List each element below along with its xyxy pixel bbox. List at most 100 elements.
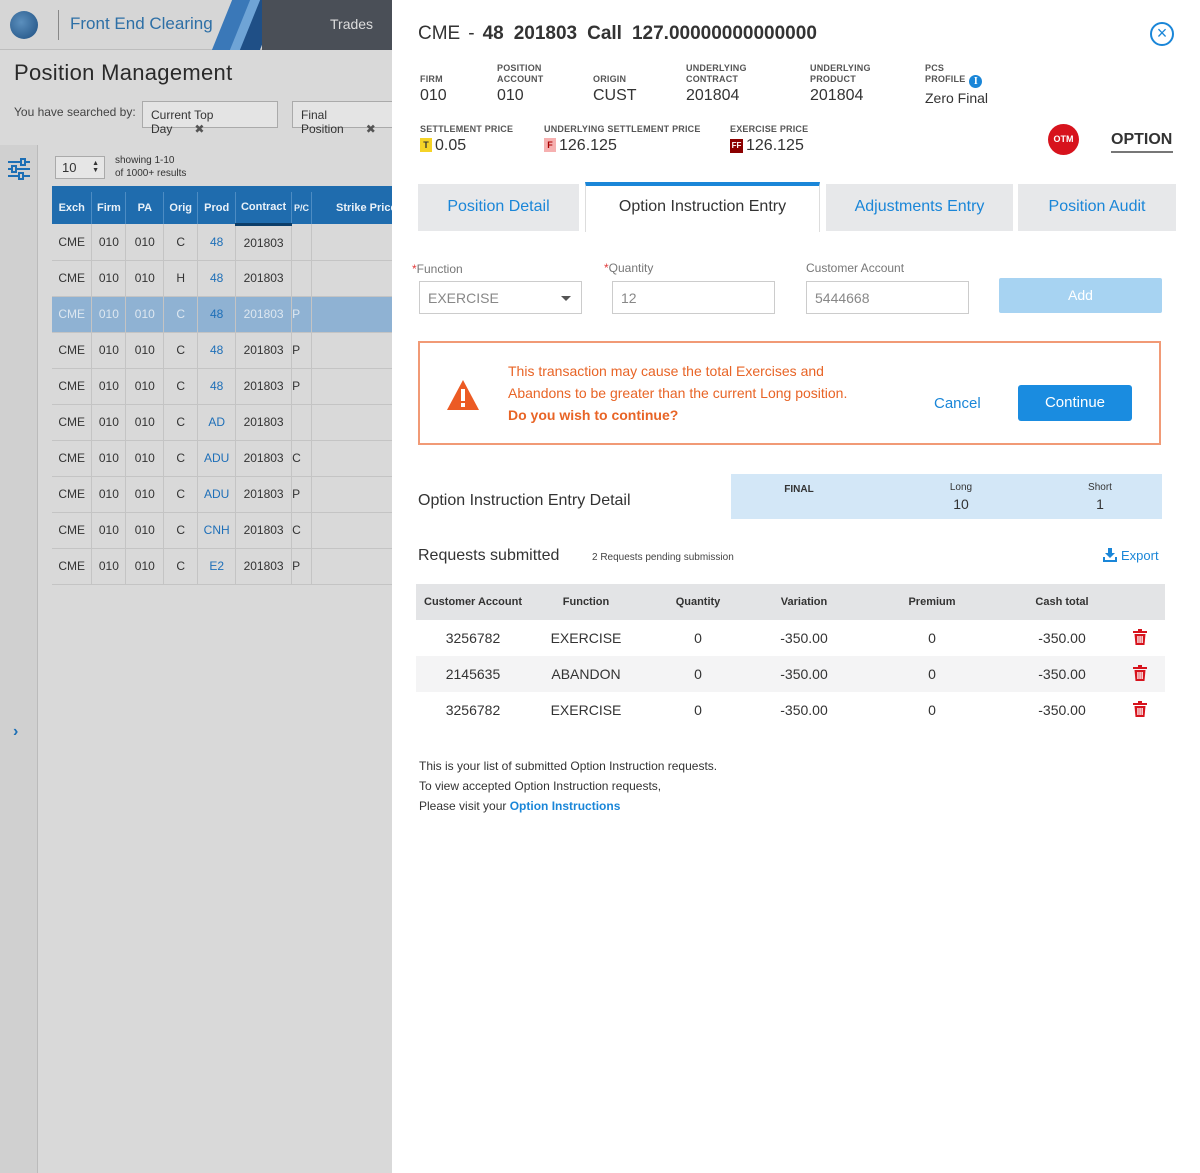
column-header[interactable]: PA xyxy=(125,192,165,224)
quantity-label-text: Quantity xyxy=(608,261,654,275)
trash-icon[interactable] xyxy=(1132,628,1147,645)
column-header[interactable]: P/C xyxy=(291,192,313,224)
table-cell[interactable]: 48 xyxy=(197,260,237,297)
table-cell[interactable]: CNH xyxy=(197,512,237,549)
download-icon xyxy=(1103,548,1117,562)
export-button[interactable]: Export xyxy=(1103,548,1159,563)
continue-button[interactable]: Continue xyxy=(1018,385,1132,421)
header-dash: - xyxy=(468,23,475,44)
table-cell: 010 xyxy=(125,512,165,549)
trash-icon[interactable] xyxy=(1132,664,1147,681)
request-cell: -350.00 xyxy=(1038,702,1086,718)
column-header: Customer Account xyxy=(416,584,530,620)
table-cell: H xyxy=(163,260,199,297)
chevron-right-icon[interactable]: › xyxy=(13,723,18,741)
cancel-button[interactable]: Cancel xyxy=(934,395,981,412)
request-cell: -350.00 xyxy=(780,702,828,718)
table-row[interactable]: CME010010CADU201803P0.7 xyxy=(52,476,392,513)
option-instructions-link[interactable]: Option Instructions xyxy=(510,799,621,813)
panel-tabs: Position Detail Option Instruction Entry… xyxy=(418,182,1176,232)
table-cell: P xyxy=(291,548,313,585)
table-cell[interactable]: AD xyxy=(197,404,237,441)
spinner-arrows-icon[interactable]: ▲ ▼ xyxy=(92,160,99,174)
field-value: 0.05 xyxy=(435,137,467,154)
nav-item-trades[interactable]: Trades xyxy=(330,16,373,32)
column-header[interactable]: Orig xyxy=(163,192,199,224)
customer-account-label: Customer Account xyxy=(806,261,905,275)
remove-icon[interactable]: ✖ xyxy=(194,122,204,136)
quantity-input[interactable]: 12 xyxy=(612,281,775,314)
function-select[interactable]: EXERCISE xyxy=(419,281,582,314)
request-cell: ABANDON xyxy=(530,656,642,692)
table-row[interactable]: CME 010 010 C 48 201803 xyxy=(52,224,392,261)
table-cell[interactable]: ADU xyxy=(197,476,237,513)
column-header[interactable]: Prod xyxy=(197,192,237,224)
column-header[interactable]: Firm xyxy=(91,192,127,224)
add-button[interactable]: Add xyxy=(999,278,1162,313)
table-row[interactable]: CME010010CADU201803C0 xyxy=(52,440,392,477)
column-header: Variation xyxy=(754,584,854,620)
request-cell: -350.00 xyxy=(780,630,828,646)
column-header[interactable]: Contract xyxy=(235,192,293,226)
table-row[interactable]: CME010010C48201803P12 xyxy=(52,368,392,405)
tab-position-detail[interactable]: Position Detail xyxy=(418,184,579,231)
table-cell: C xyxy=(163,548,199,585)
table-cell: 010 xyxy=(91,332,127,369)
table-row[interactable]: CME 010 010 C AD 201803 xyxy=(52,404,392,441)
table-cell: 010 xyxy=(125,368,165,405)
table-cell[interactable]: 48 xyxy=(197,332,237,369)
column-header[interactable]: Exch xyxy=(52,192,93,224)
column-header: Quantity xyxy=(642,584,754,620)
table-row[interactable]: CME010010CCNH201803C97. xyxy=(52,512,392,549)
table-cell: 0.7 xyxy=(311,476,392,513)
customer-account-input[interactable]: 5444668 xyxy=(806,281,969,314)
field-value: 010 xyxy=(420,87,447,104)
price-flag-badge: T xyxy=(420,138,432,152)
page-size-select[interactable]: 10 ▲ ▼ xyxy=(55,156,105,179)
info-icon[interactable]: i xyxy=(969,75,983,88)
table-row[interactable]: CME 010 010 C 48 201803 P xyxy=(52,332,392,369)
trash-icon[interactable] xyxy=(1132,700,1147,717)
header-put-call: Call xyxy=(587,23,622,44)
tab-position-audit[interactable]: Position Audit xyxy=(1018,184,1176,231)
table-cell[interactable]: 48 xyxy=(197,296,237,333)
tab-adjustments-entry[interactable]: Adjustments Entry xyxy=(826,184,1013,231)
alert-line: Abandons to be greater than the current … xyxy=(508,385,848,401)
requests-header-row: Customer Account Function Quantity Varia… xyxy=(416,584,1165,620)
header-strike: 127.00000000000000 xyxy=(631,23,817,44)
tab-option-instruction-entry[interactable]: Option Instruction Entry xyxy=(585,182,820,232)
short-label: Short xyxy=(1088,482,1112,493)
short-summary: Short 1 xyxy=(1070,482,1130,512)
close-icon[interactable]: × xyxy=(1150,22,1174,46)
price-flag-badge: F xyxy=(544,138,556,152)
filter-chip[interactable]: Current Top Day ✖ xyxy=(142,101,278,136)
request-cell: EXERCISE xyxy=(550,630,622,646)
price-flag-badge: FF xyxy=(730,139,743,153)
table-cell[interactable]: ADU xyxy=(197,440,237,477)
field-label: UNDERLYING SETTLEMENT PRICE xyxy=(544,124,701,134)
table-cell xyxy=(311,260,392,297)
panel-title: CME -48 201803 Call 127.00000000000000 xyxy=(418,23,827,45)
function-label: *Function xyxy=(412,262,463,276)
filter-chip[interactable]: Final Position ✖ xyxy=(292,101,392,136)
table-row[interactable]: CME 010 010 C 48 201803 P xyxy=(52,296,392,333)
table-cell[interactable]: 48 xyxy=(197,368,237,405)
searched-by-label: You have searched by: xyxy=(14,105,136,119)
filter-sliders-icon[interactable] xyxy=(7,157,31,181)
table-row[interactable]: CME 010 010 H 48 201803 xyxy=(52,260,392,297)
table-cell: CME xyxy=(52,332,93,369)
request-cell: -350.00 xyxy=(1010,656,1114,692)
table-cell: 201803 xyxy=(235,260,293,297)
filter-chip-label: Current Top Day xyxy=(151,108,214,136)
table-cell[interactable]: E2 xyxy=(197,548,237,585)
app-brand[interactable]: Front End Clearing xyxy=(70,14,213,34)
table-row[interactable]: CME010010CE2201803P97. xyxy=(52,548,392,585)
remove-icon[interactable]: ✖ xyxy=(366,122,376,136)
table-cell: P xyxy=(291,332,313,369)
otm-badge: OTM xyxy=(1048,124,1079,155)
column-header[interactable]: Strike Price xyxy=(311,192,392,224)
field-value: CUST xyxy=(593,87,637,104)
field-value: 201804 xyxy=(686,87,740,104)
field-label: ACCOUNT xyxy=(497,74,544,84)
table-cell[interactable]: 48 xyxy=(197,224,237,261)
